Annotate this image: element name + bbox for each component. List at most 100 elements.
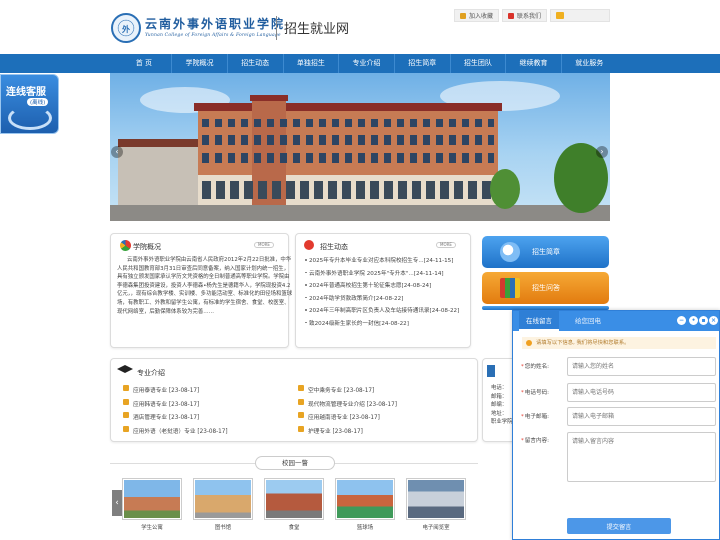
favorite-icon — [460, 12, 466, 19]
online-service-float[interactable]: 连线客服 (离线) — [0, 74, 59, 134]
news-item[interactable]: 2024年助学贷款政策简介[24-08-22] — [305, 294, 469, 307]
news-item[interactable]: 云南外事外语职业学院 2025年"专升本"...[24-11-14] — [305, 269, 469, 282]
submit-message-button[interactable]: 提交留言 — [567, 518, 671, 534]
news-more-button[interactable]: MORE — [436, 242, 456, 248]
page: 外 云南外事外语职业学院 Yunnan College of Foreign A… — [0, 0, 720, 540]
campus-item[interactable]: 学生公寓 — [112, 476, 183, 540]
site-title: 招生就业网 — [284, 22, 350, 37]
message-textarea[interactable] — [567, 432, 716, 482]
major-item[interactable]: 应用外语（老挝语）专业 [23-08-17] — [123, 425, 298, 435]
news-item[interactable]: 2024年三年制高职片区负责人及车站接待通讯录[24-08-22] — [305, 306, 469, 319]
major-item[interactable]: 应用韩语专业 [23-08-17] — [123, 398, 298, 408]
gallery-prev-icon[interactable]: ‹ — [112, 490, 122, 516]
email-label: *电子邮箱: — [521, 414, 550, 420]
campus-photo — [122, 478, 182, 520]
news-icon — [304, 240, 314, 250]
banner-image[interactable] — [110, 73, 610, 221]
campus-label: 电子阅览室 — [422, 525, 450, 531]
online-service-status: (离线) — [27, 98, 49, 106]
ground — [110, 205, 610, 221]
campus-photo-image — [408, 480, 464, 518]
name-input[interactable] — [567, 357, 716, 376]
major-item[interactable]: 酒店管理专业 [23-08-17] — [123, 412, 298, 421]
campus-photo-image — [195, 480, 251, 518]
major-item[interactable]: 应用泰语专业 [23-08-17] — [123, 385, 298, 394]
school-emblem-icon[interactable]: 外 — [111, 13, 141, 43]
tab-online-message[interactable]: 在线留言 — [519, 311, 559, 331]
email-input[interactable] — [567, 407, 716, 426]
campus-header: 校园一瞥 — [110, 456, 478, 470]
campus-item[interactable]: 篮球场 — [325, 476, 396, 540]
window-row — [202, 135, 494, 145]
nav-item[interactable]: 首 页 — [117, 54, 172, 73]
contact-icon-block — [487, 365, 495, 377]
email-label-text: 电子邮箱: — [524, 414, 550, 420]
arch-row — [202, 181, 494, 199]
school-name-en: Yunnan College of Foreign Affairs & Fore… — [145, 33, 281, 38]
online-service-title: 连线客服 — [6, 87, 46, 98]
folder-icon — [123, 412, 129, 418]
majors-title: 专业介绍 — [137, 369, 165, 377]
intro-more-button[interactable]: MORE — [254, 242, 274, 248]
nav-item[interactable]: 就业服务 — [562, 54, 617, 73]
news-list: 2025年专升本毕业专业对应本科院校招生专...[24-11-15] 云南外事外语… — [305, 256, 469, 332]
qa-button[interactable]: 招生问答 — [482, 272, 609, 304]
major-item-label: 应用外语（老挝语）专业 [23-08-17] — [133, 428, 228, 435]
nav-item[interactable]: 招生简章 — [395, 54, 450, 73]
news-item[interactable]: 致2024级新生家长的一封信[24-08-22] — [305, 319, 469, 332]
major-item[interactable]: 空中乘务专业 [23-08-17] — [298, 385, 473, 394]
news-panel: 招生动态 MORE 2025年专升本毕业专业对应本科院校招生专...[24-11… — [295, 233, 471, 348]
add-favorite-link[interactable]: 加入收藏 — [454, 9, 500, 22]
major-item-label: 应用越南语专业 [23-08-17] — [308, 415, 380, 421]
tab-callback[interactable]: 给您回电 — [575, 311, 601, 331]
news-title: 招生动态 — [320, 243, 348, 251]
building-left — [118, 145, 198, 205]
campus-photo-image — [337, 480, 393, 518]
contact-us-link[interactable]: 联系我们 — [502, 9, 548, 22]
campus-item[interactable]: 电子阅览室 — [396, 476, 467, 540]
settings-icon[interactable]: • — [689, 316, 698, 325]
nav-item[interactable]: 学院概况 — [172, 54, 227, 73]
major-item-label: 空中乘务专业 [23-08-17] — [308, 388, 375, 394]
notice-text: 请填写以下信息, 我们将尽快和您联系。 — [536, 340, 630, 346]
campus-photo-image — [124, 480, 180, 518]
nav-item[interactable]: 招生团队 — [451, 54, 506, 73]
maximize-icon[interactable]: ▪ — [699, 316, 708, 325]
campus-item[interactable]: 图书馆 — [183, 476, 254, 540]
campus-item[interactable]: 食堂 — [254, 476, 325, 540]
window-row — [202, 119, 494, 127]
building-left-roof — [118, 139, 198, 147]
message-label: *留言内容: — [521, 438, 550, 444]
phone-input[interactable] — [567, 383, 716, 402]
campus-photo — [193, 478, 253, 520]
news-item[interactable]: 2024年普通高校招生第十轮征集志愿[24-08-24] — [305, 281, 469, 294]
school-name-cn[interactable]: 云南外事外语职业学院 — [145, 15, 285, 32]
user-link[interactable] — [550, 9, 610, 22]
folder-icon — [298, 412, 304, 418]
intro-text: 云南外事外语职业学院由云南省人民政府2012年2月22日批准，中华人民共和国教育… — [117, 257, 293, 315]
nav-item[interactable]: 继续教育 — [506, 54, 561, 73]
major-item[interactable]: 现代物流管理专业介绍 [23-08-17] — [298, 398, 473, 408]
major-item[interactable]: 应用越南语专业 [23-08-17] — [298, 412, 473, 421]
minimize-icon[interactable]: − — [677, 316, 686, 325]
banner-next-icon[interactable]: › — [596, 146, 608, 158]
building-main-roof — [194, 103, 502, 111]
banner-prev-icon[interactable]: ‹ — [111, 146, 123, 158]
major-item-label: 护理专业 [23-08-17] — [308, 428, 363, 435]
message-widget: 在线留言 给您回电 − • ▪ × 请填写以下信息, 我们将尽快和您联系。 *您… — [512, 310, 720, 540]
contact-icon — [508, 12, 515, 19]
favorite-label: 加入收藏 — [469, 13, 494, 20]
nav-item[interactable]: 招生动态 — [228, 54, 283, 73]
campus-photo — [335, 478, 395, 520]
close-icon[interactable]: × — [709, 316, 718, 325]
folder-icon — [123, 385, 129, 391]
major-item[interactable]: 护理专业 [23-08-17] — [298, 425, 473, 435]
news-item[interactable]: 2025年专升本毕业专业对应本科院校招生专...[24-11-15] — [305, 256, 469, 269]
phone-icon — [8, 106, 52, 130]
brochure-button[interactable]: 招生简章 — [482, 236, 609, 268]
major-item-label: 应用韩语专业 [23-08-17] — [133, 401, 200, 408]
nav-item[interactable]: 专业介绍 — [339, 54, 394, 73]
user-icon — [556, 12, 565, 19]
folder-icon — [298, 398, 304, 405]
nav-item[interactable]: 单独招生 — [284, 54, 339, 73]
